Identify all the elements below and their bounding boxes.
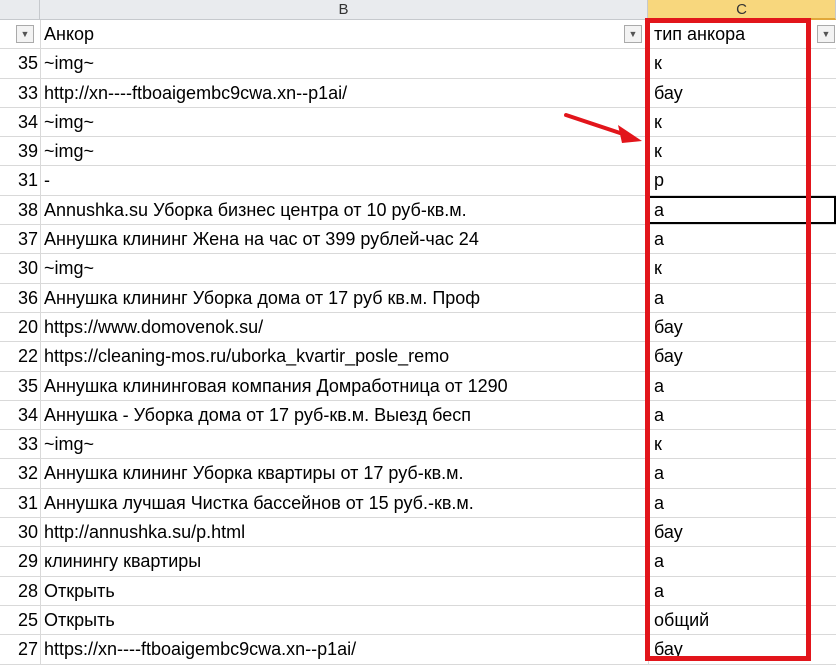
filter-dropdown-icon[interactable]: ▼ xyxy=(16,25,34,43)
table-row: 25 Открыть общий xyxy=(0,605,836,636)
table-row: 27 https://xn----ftboaigembc9cwa.xn--p1a… xyxy=(0,635,836,665)
cell-anchor[interactable]: Аннушка клининговая компания Домработниц… xyxy=(40,371,648,400)
column-header-c[interactable]: C xyxy=(648,0,836,20)
cell-anchor-type[interactable]: а xyxy=(648,547,836,576)
cell-anchor-type[interactable]: а xyxy=(648,459,836,488)
row-number[interactable]: 34 xyxy=(0,108,40,136)
cell-anchor[interactable]: ~img~ xyxy=(40,137,648,166)
cell-anchor[interactable]: Аннушка - Уборка дома от 17 руб-кв.м. Вы… xyxy=(40,400,648,430)
cell-anchor[interactable]: https://www.domovenok.su/ xyxy=(40,312,648,342)
row-number[interactable]: 38 xyxy=(0,196,40,224)
table-row: 34 ~img~ к xyxy=(0,107,836,138)
table-row: 33 ~img~ к xyxy=(0,430,836,460)
cell-anchor[interactable]: Аннушка клининг Уборка дома от 17 руб кв… xyxy=(40,283,648,312)
cell-anchor-type[interactable]: а xyxy=(648,225,836,254)
row-number[interactable]: 30 xyxy=(0,254,40,282)
row-number[interactable]: 31 xyxy=(0,166,40,194)
table-row: 36 Аннушка клининг Уборка дома от 17 руб… xyxy=(0,283,836,313)
table-row: 35 ~img~ к xyxy=(0,49,836,79)
cell-type-header[interactable]: тип анкора ▼ xyxy=(648,20,836,49)
cell-anchor-type[interactable]: а xyxy=(648,283,836,312)
row-number[interactable]: 36 xyxy=(0,284,40,312)
cell-anchor-type[interactable]: общий xyxy=(648,605,836,635)
cell-anchor-type[interactable]: бау xyxy=(648,342,836,371)
table-row: 28 Открыть а xyxy=(0,576,836,606)
table-row: 30 http://annushka.su/p.html бау xyxy=(0,518,836,548)
cell-anchor[interactable]: ~img~ xyxy=(40,49,648,78)
row-number[interactable]: 37 xyxy=(0,225,40,253)
cell-anchor-type[interactable]: а xyxy=(648,400,836,430)
table-row: 37 Аннушка клининг Жена на час от 399 ру… xyxy=(0,225,836,255)
cell-anchor[interactable]: http://annushka.su/p.html xyxy=(40,518,648,547)
cell-anchor[interactable]: Аннушка клининг Жена на час от 399 рубле… xyxy=(40,225,648,254)
cell-anchor-type[interactable]: к xyxy=(648,430,836,459)
cell-anchor-type[interactable]: бау xyxy=(648,518,836,547)
cell-anchor-type[interactable]: бау xyxy=(648,78,836,107)
cell-anchor-type[interactable]: а xyxy=(648,371,836,400)
table-row: 34 Аннушка - Уборка дома от 17 руб-кв.м.… xyxy=(0,400,836,431)
table-row: 35 Аннушка клининговая компания Домработ… xyxy=(0,371,836,401)
cell-anchor[interactable]: Открыть xyxy=(40,605,648,635)
row-number[interactable]: 27 xyxy=(0,635,40,663)
row-number[interactable]: 22 xyxy=(0,342,40,370)
cell-anchor[interactable]: - xyxy=(40,166,648,195)
cell-anchor-header[interactable]: Анкор ▼ xyxy=(40,20,648,49)
table-row: 20 https://www.domovenok.su/ бау xyxy=(0,312,836,343)
cell-anchor[interactable]: ~img~ xyxy=(40,430,648,459)
filter-dropdown-icon[interactable]: ▼ xyxy=(624,25,642,43)
row-number[interactable]: 20 xyxy=(0,313,40,341)
cell-anchor-type[interactable]: к xyxy=(648,254,836,283)
row-number[interactable]: 33 xyxy=(0,430,40,458)
row-number[interactable]: 31 xyxy=(0,489,40,517)
row-number[interactable]: 28 xyxy=(0,577,40,605)
row-number[interactable]: 29 xyxy=(0,547,40,575)
table-row: 31 - р xyxy=(0,166,836,196)
row-number[interactable]: 35 xyxy=(0,372,40,400)
cell-anchor-type[interactable]: бау xyxy=(648,635,836,664)
column-header-b[interactable]: B xyxy=(40,0,648,20)
table-row: 38 Annushka.su Уборка бизнес центра от 1… xyxy=(0,195,836,226)
cell-anchor[interactable]: Аннушка лучшая Чистка бассейнов от 15 ру… xyxy=(40,488,648,518)
row-number[interactable]: 32 xyxy=(0,459,40,487)
cell-anchor[interactable]: Annushka.su Уборка бизнес центра от 10 р… xyxy=(40,195,648,225)
cell-anchor[interactable]: Открыть xyxy=(40,576,648,605)
table-row: 30 ~img~ к xyxy=(0,254,836,284)
row-number[interactable]: 34 xyxy=(0,401,40,429)
cell-anchor[interactable]: https://xn----ftboaigembc9cwa.xn--p1ai/ xyxy=(40,635,648,664)
table-row: 32 Аннушка клининг Уборка квартиры от 17… xyxy=(0,459,836,489)
cell-anchor[interactable]: ~img~ xyxy=(40,254,648,283)
cell-anchor-type[interactable]: к xyxy=(648,49,836,78)
column-header-a[interactable] xyxy=(0,0,40,20)
row-number: ▼ xyxy=(0,20,40,48)
header-row: ▼ Анкор ▼ тип анкора ▼ xyxy=(0,20,836,50)
cell-anchor-type[interactable]: к xyxy=(648,137,836,166)
cell-anchor[interactable]: https://cleaning-mos.ru/uborka_kvartir_p… xyxy=(40,342,648,371)
cell-anchor[interactable]: клинингу квартиры xyxy=(40,547,648,576)
cell-anchor[interactable]: http://xn----ftboaigembc9cwa.xn--p1ai/ xyxy=(40,78,648,107)
row-number[interactable]: 30 xyxy=(0,518,40,546)
row-number[interactable]: 39 xyxy=(0,137,40,165)
filter-dropdown-icon[interactable]: ▼ xyxy=(817,25,835,43)
red-arrow-icon xyxy=(564,113,642,143)
cell-anchor-type[interactable]: а xyxy=(648,195,836,225)
table-row: 33 http://xn----ftboaigembc9cwa.xn--p1ai… xyxy=(0,78,836,108)
cell-anchor-type[interactable]: а xyxy=(648,576,836,605)
table-row: 31 Аннушка лучшая Чистка бассейнов от 15… xyxy=(0,488,836,519)
spreadsheet-grid: ▼ Анкор ▼ тип анкора ▼ 35 ~img~ к 33 http:/… xyxy=(0,20,836,665)
cell-anchor[interactable]: ~img~ xyxy=(40,107,648,137)
cell-anchor-type[interactable]: р xyxy=(648,166,836,195)
table-row: 29 клинингу квартиры а xyxy=(0,547,836,577)
row-number[interactable]: 33 xyxy=(0,79,40,107)
cell-anchor-type[interactable]: к xyxy=(648,107,836,137)
row-number[interactable]: 35 xyxy=(0,49,40,77)
cell-anchor-type[interactable]: а xyxy=(648,488,836,518)
cell-anchor-type[interactable]: бау xyxy=(648,312,836,342)
table-row: 22 https://cleaning-mos.ru/uborka_kvarti… xyxy=(0,342,836,372)
cell-anchor[interactable]: Аннушка клининг Уборка квартиры от 17 ру… xyxy=(40,459,648,488)
table-row: 39 ~img~ к xyxy=(0,137,836,167)
row-number[interactable]: 25 xyxy=(0,606,40,634)
